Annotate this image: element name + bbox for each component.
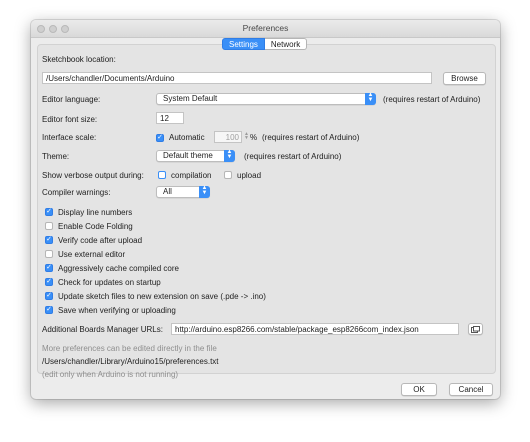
option-checkbox-save-verify[interactable] bbox=[45, 306, 53, 314]
option-label: Update sketch files to new extension on … bbox=[58, 292, 266, 301]
sketchbook-label: Sketchbook location: bbox=[42, 55, 116, 64]
ok-button[interactable]: OK bbox=[401, 383, 437, 396]
preferences-file-note: More preferences can be edited directly … bbox=[42, 344, 217, 353]
theme-note: (requires restart of Arduino) bbox=[244, 152, 342, 161]
option-label: Display line numbers bbox=[58, 208, 133, 217]
interface-scale-note: (requires restart of Arduino) bbox=[262, 133, 360, 142]
option-label: Aggressively cache compiled core bbox=[58, 264, 179, 273]
font-size-label: Editor font size: bbox=[42, 115, 98, 124]
option-label: Use external editor bbox=[58, 250, 126, 259]
compilation-label: compilation bbox=[171, 171, 212, 180]
option-label: Save when verifying or uploading bbox=[58, 306, 176, 315]
chevron-updown-icon: ▲ ▼ bbox=[199, 185, 210, 198]
option-checkbox-code-folding[interactable] bbox=[45, 222, 53, 230]
chevron-updown-icon: ▲ ▼ bbox=[365, 92, 376, 105]
close-window-button[interactable] bbox=[37, 25, 45, 33]
upload-checkbox[interactable] bbox=[224, 171, 232, 179]
editor-language-value: System Default bbox=[163, 94, 218, 103]
window-title: Preferences bbox=[242, 23, 289, 33]
upload-label: upload bbox=[237, 171, 262, 180]
minimize-window-button[interactable] bbox=[49, 25, 57, 33]
theme-label: Theme: bbox=[42, 152, 70, 161]
compiler-warnings-select[interactable]: All ▲ ▼ bbox=[156, 185, 210, 198]
interface-scale-field[interactable]: 100 bbox=[214, 131, 242, 143]
preferences-edit-note: (edit only when Arduino is not running) bbox=[42, 370, 179, 379]
scale-stepper-icon[interactable]: ▲ ▼ bbox=[244, 132, 249, 141]
theme-value: Default theme bbox=[163, 151, 213, 160]
compiler-warnings-label: Compiler warnings: bbox=[42, 188, 111, 197]
theme-select[interactable]: Default theme ▲ ▼ bbox=[156, 149, 235, 162]
verbose-label: Show verbose output during: bbox=[42, 171, 144, 180]
title-bar: Preferences bbox=[31, 20, 500, 38]
tab-bar: Settings Network bbox=[222, 38, 308, 50]
editor-language-note: (requires restart of Arduino) bbox=[383, 95, 481, 104]
option-checkbox-external-editor[interactable] bbox=[45, 250, 53, 258]
editor-language-select[interactable]: System Default ▲ ▼ bbox=[156, 92, 376, 105]
settings-panel: Sketchbook location: /Users/chandler/Doc… bbox=[37, 44, 496, 379]
tab-network[interactable]: Network bbox=[264, 38, 308, 50]
option-checkbox-cache-core[interactable] bbox=[45, 264, 53, 272]
interface-scale-label: Interface scale: bbox=[42, 133, 97, 142]
compilation-checkbox[interactable] bbox=[158, 171, 166, 179]
preferences-file-path: /Users/chandler/Library/Arduino15/prefer… bbox=[42, 357, 219, 366]
option-checkbox-line-numbers[interactable] bbox=[45, 208, 53, 216]
editor-language-label: Editor language: bbox=[42, 95, 101, 104]
tab-settings[interactable]: Settings bbox=[222, 38, 265, 50]
automatic-checkbox[interactable] bbox=[156, 134, 164, 142]
preferences-window: Preferences Sketchbook location: /Users/… bbox=[31, 20, 500, 399]
option-label: Verify code after upload bbox=[58, 236, 143, 245]
window-icon bbox=[471, 326, 480, 333]
boards-manager-button[interactable] bbox=[468, 323, 483, 335]
chevron-updown-icon: ▲ ▼ bbox=[224, 149, 235, 162]
option-label: Enable Code Folding bbox=[58, 222, 133, 231]
boards-manager-urls-field[interactable]: http://arduino.esp8266.com/stable/packag… bbox=[171, 323, 459, 335]
scale-unit: % bbox=[250, 133, 258, 142]
option-checkbox-check-updates[interactable] bbox=[45, 278, 53, 286]
compiler-warnings-value: All bbox=[163, 187, 172, 196]
boards-manager-label: Additional Boards Manager URLs: bbox=[42, 325, 163, 334]
option-label: Check for updates on startup bbox=[58, 278, 161, 287]
option-checkbox-update-extension[interactable] bbox=[45, 292, 53, 300]
font-size-field[interactable]: 12 bbox=[156, 112, 184, 124]
option-checkbox-verify-upload[interactable] bbox=[45, 236, 53, 244]
zoom-window-button[interactable] bbox=[61, 25, 69, 33]
automatic-label: Automatic bbox=[169, 133, 205, 142]
cancel-button[interactable]: Cancel bbox=[449, 383, 493, 396]
sketchbook-location-field[interactable]: /Users/chandler/Documents/Arduino bbox=[42, 72, 432, 84]
browse-button[interactable]: Browse bbox=[443, 72, 486, 85]
